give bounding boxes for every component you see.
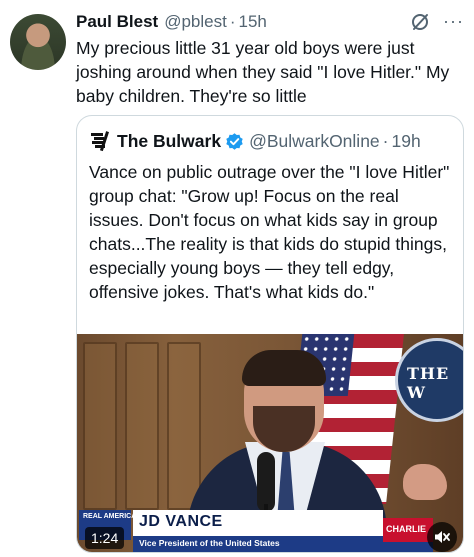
quoted-timestamp[interactable]: 19h bbox=[391, 131, 420, 152]
lower-third-title: Vice President of the United States bbox=[139, 538, 280, 548]
seal-text: THE W bbox=[407, 364, 450, 402]
video-player[interactable]: THE W REAL AMERICA'S JD VANCE Vice Presi… bbox=[77, 334, 463, 552]
avatar[interactable] bbox=[10, 14, 66, 70]
video-timer: 1:24 bbox=[85, 527, 125, 549]
bulwark-logo-icon[interactable] bbox=[89, 130, 111, 152]
timestamp[interactable]: 15h bbox=[239, 12, 267, 32]
author-name[interactable]: Paul Blest bbox=[76, 12, 158, 32]
wall-panel bbox=[83, 342, 117, 510]
author-handle[interactable]: @pblest bbox=[164, 12, 227, 32]
quoted-separator-dot: · bbox=[382, 130, 389, 151]
tweet[interactable]: Paul Blest @pblest · 15h ··· My precious… bbox=[0, 0, 474, 557]
side-logo-text: CHARLIE bbox=[386, 524, 426, 534]
separator-dot: · bbox=[229, 12, 236, 31]
quoted-author-handle[interactable]: @BulwarkOnline bbox=[249, 131, 380, 152]
verified-badge-icon bbox=[226, 132, 243, 150]
quoted-tweet-header: The Bulwark @BulwarkOnline · 19h bbox=[89, 128, 421, 154]
quoted-author-name[interactable]: The Bulwark bbox=[117, 131, 221, 152]
speaker-hair bbox=[242, 350, 326, 386]
wall-panel bbox=[167, 342, 201, 510]
tweet-header: Paul Blest @pblest · 15h bbox=[76, 10, 267, 34]
quoted-tweet-text: Vance on public outrage over the "I love… bbox=[89, 162, 450, 302]
grok-icon[interactable] bbox=[410, 12, 430, 32]
microphone bbox=[257, 452, 275, 512]
lower-third-name: JD VANCE bbox=[139, 513, 223, 530]
speaker-hand bbox=[403, 464, 447, 500]
speaker-muted-icon bbox=[435, 531, 450, 543]
wall-panel bbox=[125, 342, 159, 510]
quoted-tweet[interactable]: The Bulwark @BulwarkOnline · 19h Vance o… bbox=[76, 115, 464, 553]
mute-button[interactable] bbox=[427, 522, 457, 552]
more-icon[interactable]: ··· bbox=[443, 12, 464, 30]
tweet-text: My precious little 31 year old boys were… bbox=[76, 38, 450, 106]
